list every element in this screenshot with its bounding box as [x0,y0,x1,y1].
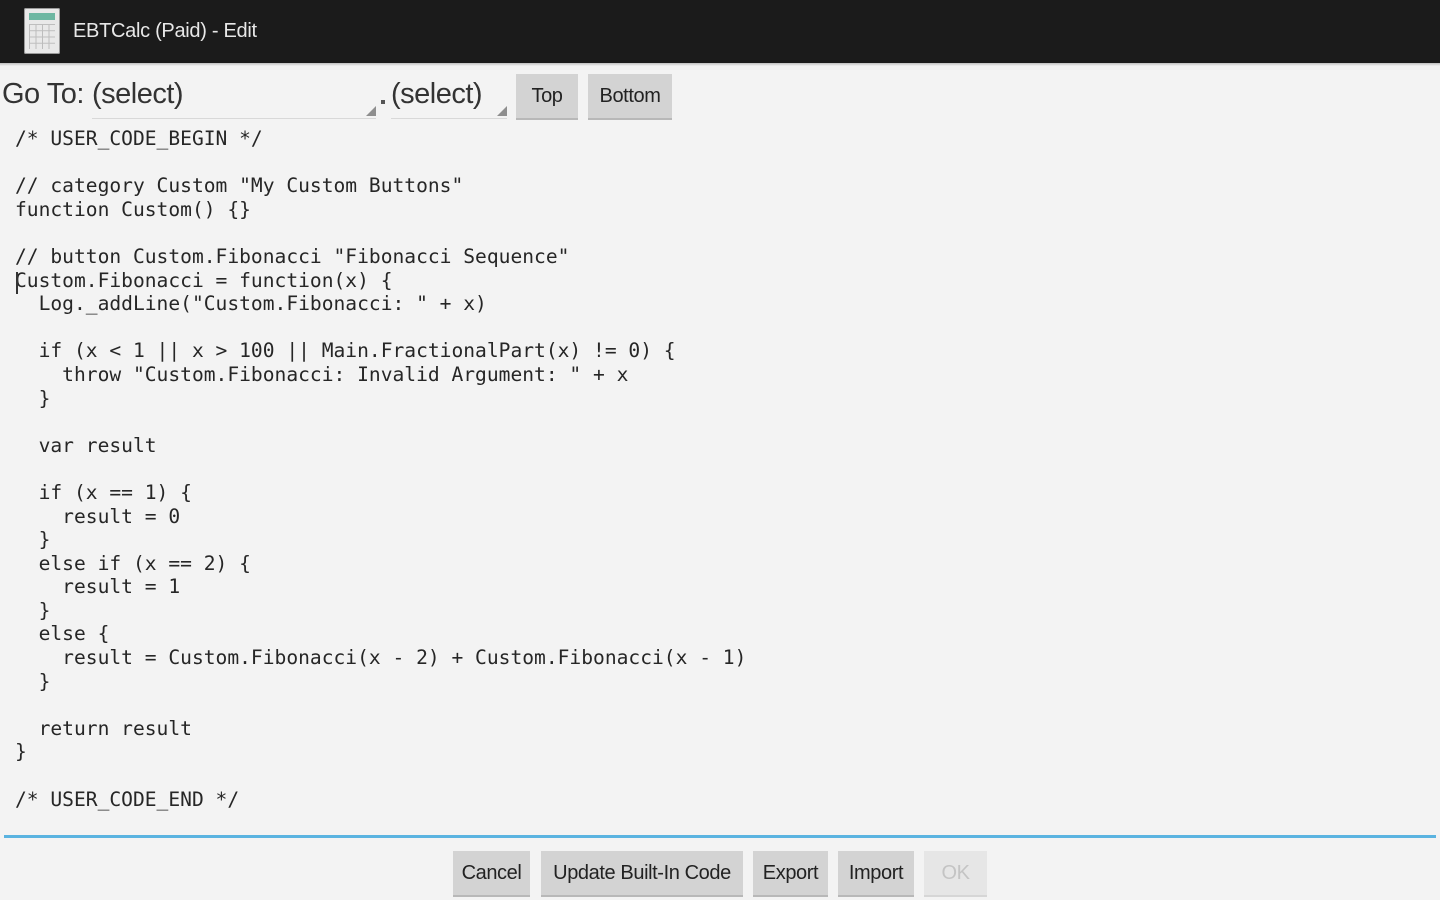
title-bar-shadow [0,63,1440,66]
category-select[interactable]: (select) [92,76,376,119]
category-select-value: (select) [92,78,184,110]
text-caret [16,272,18,294]
action-bar: Cancel Update Built-In Code Export Impor… [0,841,1440,900]
bottom-button[interactable]: Bottom [588,74,672,120]
code-editor[interactable]: /* USER_CODE_BEGIN */ // category Custom… [4,126,1436,838]
function-select[interactable]: (select) [391,76,507,119]
cancel-button[interactable]: Cancel [453,851,530,897]
calculator-icon [24,8,60,54]
export-button[interactable]: Export [753,851,828,897]
update-built-in-code-button[interactable]: Update Built-In Code [541,851,743,897]
select-separator [381,100,385,104]
goto-label: Go To: [2,78,84,110]
title-bar: EBTCalc (Paid) - Edit [0,0,1440,63]
top-button[interactable]: Top [516,74,578,120]
code-text: /* USER_CODE_BEGIN */ // category Custom… [15,127,747,811]
ok-button[interactable]: OK [924,851,987,897]
import-button[interactable]: Import [838,851,914,897]
dropdown-indicator-icon [366,106,376,116]
window-title: EBTCalc (Paid) - Edit [73,20,257,42]
goto-toolbar: Go To: (select) (select) Top Bottom [0,70,1440,125]
dropdown-indicator-icon [497,106,507,116]
function-select-value: (select) [391,78,483,110]
